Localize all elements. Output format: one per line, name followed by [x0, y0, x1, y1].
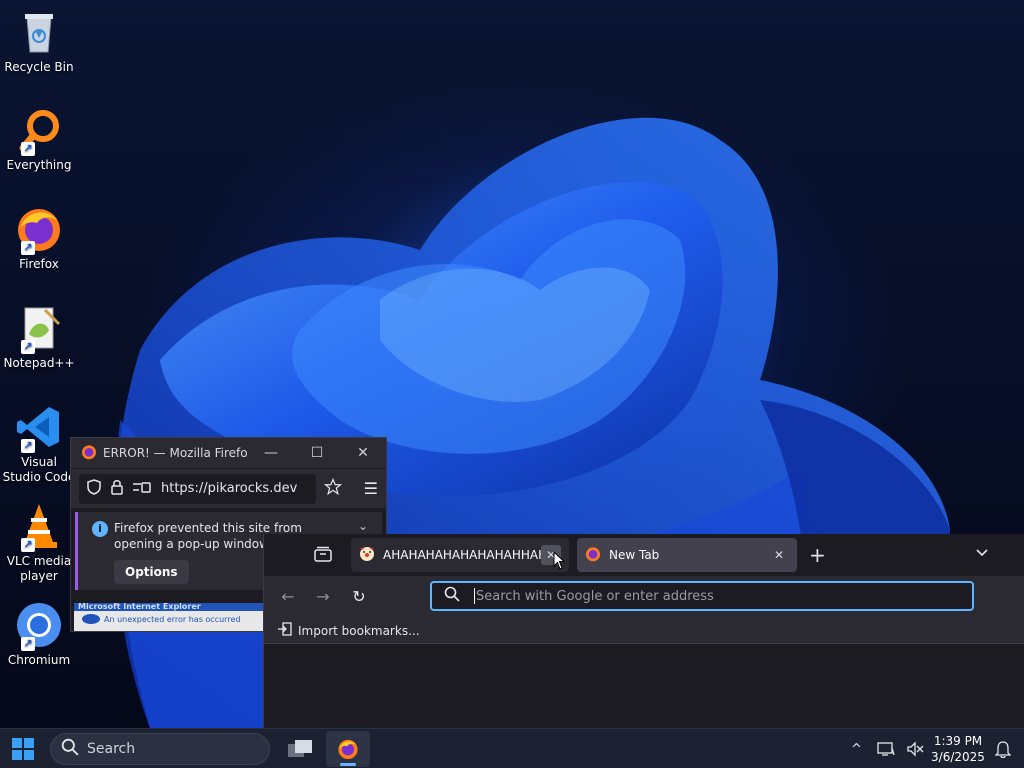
lock-icon[interactable]: [111, 479, 123, 499]
chevron-down-icon[interactable]: ⌄: [358, 518, 368, 534]
start-button[interactable]: [12, 738, 34, 760]
ie-error-banner: Microsoft Internet Explorer An unexpecte…: [74, 603, 274, 631]
popup-navbar: https://pikarocks.dev ☰: [71, 468, 386, 508]
main-firefox-window[interactable]: AHAHAHAHAHAHAHAHHAHA ✕ New Tab ✕ + ← → ↻…: [263, 534, 1024, 728]
popup-url-text: https://pikarocks.dev: [161, 481, 298, 496]
ie-error-icon: [82, 614, 100, 624]
desktop-icon-notepadpp[interactable]: ↗ Notepad++: [2, 304, 76, 371]
back-arrow-icon[interactable]: ←: [277, 586, 299, 608]
desktop-icon-recycle-bin[interactable]: Recycle Bin: [2, 8, 76, 75]
desktop-icon-chromium[interactable]: ↗ Chromium: [2, 601, 76, 668]
tab-label: New Tab: [609, 548, 660, 562]
notepadpp-icon: ↗: [15, 304, 63, 354]
address-bar[interactable]: Search with Google or enter address: [430, 581, 974, 611]
tab-close-button[interactable]: ✕: [769, 545, 789, 565]
search-icon: [444, 586, 460, 606]
notification-bell-icon[interactable]: [995, 729, 1011, 768]
maximize-button[interactable]: ☐: [294, 445, 340, 461]
network-icon[interactable]: [877, 729, 895, 768]
menu-icon[interactable]: ☰: [364, 479, 378, 498]
minimize-button[interactable]: —: [248, 445, 294, 461]
mouse-pointer-icon: [553, 550, 566, 574]
address-placeholder: Search with Google or enter address: [476, 588, 714, 604]
shortcut-arrow-icon: ↗: [21, 340, 35, 354]
popup-url-field[interactable]: https://pikarocks.dev: [79, 473, 316, 504]
windows-logo-icon: [12, 738, 22, 748]
desktop-icon-label: VLC media player: [6, 554, 72, 583]
new-tab-plus-icon[interactable]: +: [809, 543, 826, 567]
vscode-icon: ↗: [15, 403, 63, 453]
desktop-icon-label: Chromium: [7, 653, 71, 667]
forward-arrow-icon[interactable]: →: [312, 586, 334, 608]
vlc-icon: ↗: [15, 502, 63, 552]
list-all-tabs-chevron-icon[interactable]: [974, 544, 990, 564]
firefox-icon: [81, 444, 97, 463]
bookmarks-toolbar: Import bookmarks...: [264, 618, 1024, 644]
ie-banner-text: An unexpected error has occurred: [104, 615, 241, 624]
chromium-icon: ↗: [15, 601, 63, 651]
clock-time: 1:39 PM: [933, 734, 983, 748]
tab-label: AHAHAHAHAHAHAHAHHAHA: [383, 548, 541, 562]
taskbar-firefox-button[interactable]: [326, 731, 370, 767]
show-hidden-icons-chevron-icon[interactable]: ^: [851, 729, 862, 768]
shortcut-arrow-icon: ↗: [21, 538, 35, 552]
import-bookmarks-link[interactable]: Import bookmarks...: [298, 624, 420, 638]
desktop-icon-label: Firefox: [19, 257, 59, 271]
permissions-icon[interactable]: [133, 480, 151, 498]
clock-date: 3/6/2025: [931, 750, 985, 764]
desktop-icon-vlc[interactable]: ↗ VLC media player: [2, 502, 76, 584]
firefox-icon: [585, 546, 601, 565]
everything-search-icon: ↗: [15, 106, 63, 156]
firefox-icon: ↗: [15, 205, 63, 255]
popup-window-title: ERROR! — Mozilla Firefox: [103, 446, 248, 460]
reload-icon[interactable]: ↻: [348, 586, 370, 608]
desktop-icon-vscode[interactable]: ↗ Visual Studio Code: [2, 403, 76, 485]
desktop-icon-label: Everything: [6, 158, 72, 172]
ie-banner-title: Microsoft Internet Explorer: [78, 602, 201, 611]
text-cursor: [474, 588, 475, 604]
taskbar: Search ^ 1:39 PM 3/6/2025: [0, 728, 1024, 768]
shortcut-arrow-icon: ↗: [21, 439, 35, 453]
desktop-icon-everything[interactable]: ↗ Everything: [2, 106, 76, 173]
shortcut-arrow-icon: ↗: [21, 637, 35, 651]
search-icon: [61, 738, 79, 760]
firefox-view-icon[interactable]: [314, 546, 332, 566]
shield-icon[interactable]: [87, 478, 101, 499]
info-icon: i: [92, 521, 108, 537]
volume-muted-icon[interactable]: [906, 729, 924, 768]
bookmark-star-icon[interactable]: [323, 477, 342, 500]
shortcut-arrow-icon: ↗: [21, 142, 35, 156]
main-navbar: ← → ↻ Search with Google or enter addres…: [264, 576, 1024, 618]
page-content: [264, 644, 1024, 728]
import-icon: [278, 622, 292, 639]
taskbar-search-label: Search: [87, 741, 136, 757]
clown-face-icon: [359, 546, 375, 565]
desktop-icon-label: Notepad++: [3, 356, 75, 370]
desktop-icon-firefox[interactable]: ↗ Firefox: [2, 205, 76, 272]
tab-ahaha[interactable]: AHAHAHAHAHAHAHAHHAHA ✕: [351, 538, 569, 572]
desktop-icon-label: Recycle Bin: [4, 60, 74, 74]
popup-titlebar[interactable]: ERROR! — Mozilla Firefox — ☐ ✕: [71, 438, 386, 468]
tab-bar: AHAHAHAHAHAHAHAHHAHA ✕ New Tab ✕ +: [264, 534, 1024, 576]
recycle-bin-icon: [15, 8, 63, 56]
shortcut-arrow-icon: ↗: [21, 241, 35, 255]
close-button[interactable]: ✕: [340, 445, 386, 461]
task-view-button[interactable]: [278, 731, 322, 767]
tab-new-tab[interactable]: New Tab ✕: [577, 538, 797, 572]
desktop-icon-label: Visual Studio Code: [2, 455, 76, 484]
taskbar-search[interactable]: Search: [50, 733, 270, 765]
taskbar-clock[interactable]: 1:39 PM 3/6/2025: [930, 733, 986, 765]
options-button[interactable]: Options: [114, 560, 189, 584]
